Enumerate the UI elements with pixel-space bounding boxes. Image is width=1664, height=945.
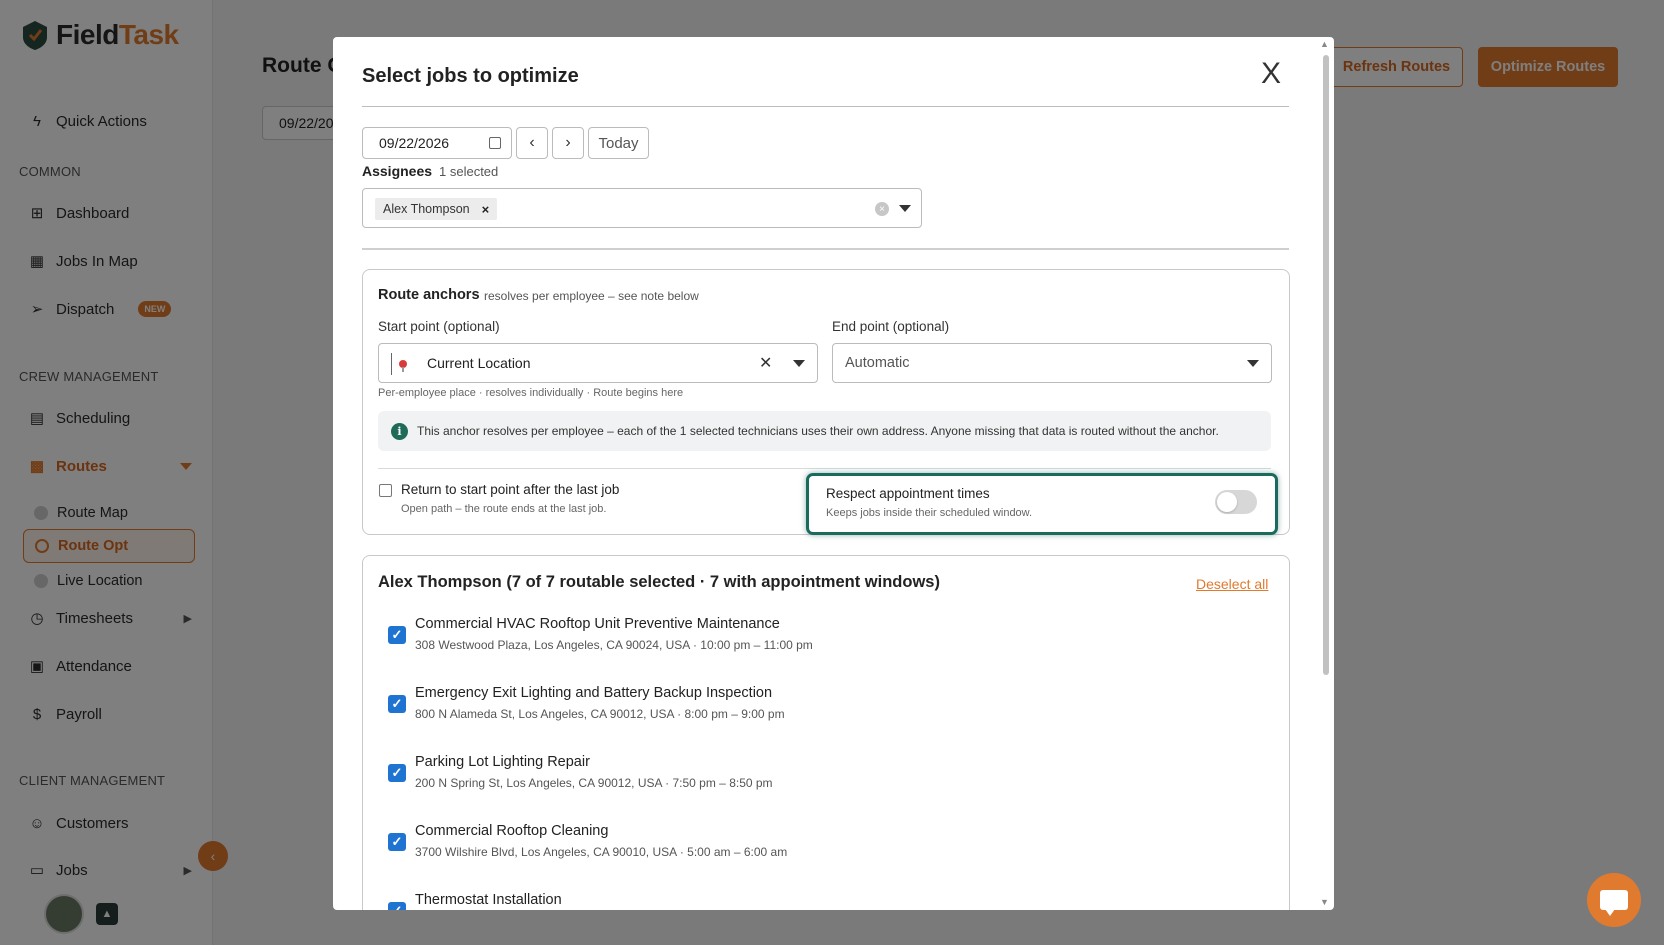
job-checkbox[interactable]: ✓: [388, 833, 406, 851]
respect-appointment-description: Keeps jobs inside their scheduled window…: [826, 507, 1033, 519]
job-title: Commercial Rooftop Cleaning: [415, 823, 609, 839]
job-meta: 200 N Spring St, Los Angeles, CA 90012, …: [415, 776, 773, 790]
jobs-list-title: Alex Thompson (7 of 7 routable selected …: [378, 573, 940, 591]
clear-icon[interactable]: ×: [875, 202, 889, 216]
divider: [378, 468, 1271, 469]
job-checkbox[interactable]: ✓: [388, 764, 406, 782]
scrollbar-thumb[interactable]: [1323, 55, 1329, 675]
job-meta: 308 Westwood Plaza, Los Angeles, CA 9002…: [415, 638, 813, 652]
divider: [362, 248, 1289, 250]
end-point-label: End point (optional): [832, 319, 950, 334]
job-title: Commercial HVAC Rooftop Unit Preventive …: [415, 616, 780, 632]
chevron-down-icon[interactable]: [793, 360, 805, 367]
modal-title: Select jobs to optimize: [362, 65, 579, 87]
job-meta: 800 N Alameda St, Los Angeles, CA 90012,…: [415, 707, 785, 721]
anchor-info-banner: i This anchor resolves per employee – ea…: [378, 411, 1271, 451]
date-picker-input[interactable]: 09/22/2026: [362, 127, 512, 159]
job-title: Emergency Exit Lighting and Battery Back…: [415, 685, 773, 701]
end-point-select[interactable]: Automatic: [832, 343, 1272, 383]
remove-chip-icon[interactable]: ×: [482, 202, 490, 217]
date-value: 09/22/2026: [379, 135, 450, 151]
chevron-right-icon: ›: [565, 134, 571, 151]
jobs-list-card: Alex Thompson (7 of 7 routable selected …: [362, 555, 1290, 910]
return-to-start-description: Open path – the route ends at the last j…: [401, 503, 607, 515]
chat-button[interactable]: [1587, 873, 1641, 927]
clear-icon[interactable]: ✕: [759, 353, 772, 373]
start-point-helper: Per-employee place · resolves individual…: [378, 387, 684, 399]
job-title: Parking Lot Lighting Repair: [415, 754, 590, 770]
route-anchors-card: Route anchors resolves per employee – se…: [362, 269, 1290, 535]
assignees-count: 1 selected: [439, 164, 499, 179]
chevron-down-icon[interactable]: [899, 205, 911, 212]
job-row[interactable]: ✓ Thermostat Installation: [388, 892, 1248, 910]
job-title: Thermostat Installation: [415, 892, 562, 908]
assignee-chip: Alex Thompson ×: [375, 198, 498, 220]
start-point-label: Start point (optional): [378, 319, 500, 334]
assignees-label: Assignees: [362, 163, 433, 179]
end-point-value: Automatic: [845, 355, 910, 371]
calendar-icon: [489, 137, 501, 149]
job-meta: 3700 Wilshire Blvd, Los Angeles, CA 9001…: [415, 845, 788, 859]
job-checkbox[interactable]: ✓: [388, 626, 406, 644]
job-row[interactable]: ✓ Emergency Exit Lighting and Battery Ba…: [388, 685, 1248, 735]
prev-day-button[interactable]: ‹: [516, 127, 548, 159]
return-to-start-label[interactable]: Return to start point after the last job: [401, 482, 619, 497]
select-jobs-modal: Select jobs to optimize X ▲ ▼ 09/22/2026…: [333, 37, 1334, 910]
job-row[interactable]: ✓ Commercial Rooftop Cleaning 3700 Wilsh…: [388, 823, 1248, 873]
chevron-down-icon[interactable]: [1247, 360, 1259, 367]
scroll-down-icon[interactable]: ▼: [1320, 897, 1329, 907]
assignees-select[interactable]: Alex Thompson × ×: [362, 188, 922, 228]
job-row[interactable]: ✓ Parking Lot Lighting Repair 200 N Spri…: [388, 754, 1248, 804]
respect-appointment-toggle[interactable]: [1215, 490, 1257, 514]
deselect-all-link[interactable]: Deselect all: [1196, 576, 1268, 592]
return-to-start-checkbox[interactable]: [379, 484, 392, 497]
start-point-value: Current Location: [427, 355, 531, 371]
divider: [362, 106, 1289, 107]
info-text: This anchor resolves per employee – each…: [417, 424, 1219, 438]
today-button[interactable]: Today: [588, 127, 649, 159]
assignee-chip-label: Alex Thompson: [383, 202, 470, 216]
respect-appointment-times-option[interactable]: Respect appointment times Keeps jobs ins…: [806, 473, 1278, 535]
next-day-button[interactable]: ›: [552, 127, 584, 159]
chat-icon: [1600, 890, 1628, 916]
respect-appointment-label: Respect appointment times: [826, 486, 990, 501]
scroll-up-icon[interactable]: ▲: [1320, 39, 1329, 49]
job-row[interactable]: ✓ Commercial HVAC Rooftop Unit Preventiv…: [388, 616, 1248, 666]
toggle-knob: [1217, 492, 1237, 512]
anchors-title: Route anchors: [378, 287, 480, 303]
job-checkbox[interactable]: ✓: [388, 695, 406, 713]
anchors-note: resolves per employee – see note below: [484, 289, 699, 303]
info-icon: i: [391, 422, 408, 440]
location-pin-icon: [391, 353, 413, 375]
close-icon[interactable]: X: [1261, 57, 1281, 91]
chevron-left-icon: ‹: [529, 134, 535, 151]
job-checkbox[interactable]: ✓: [388, 902, 406, 910]
start-point-select[interactable]: Current Location ✕: [378, 343, 818, 383]
